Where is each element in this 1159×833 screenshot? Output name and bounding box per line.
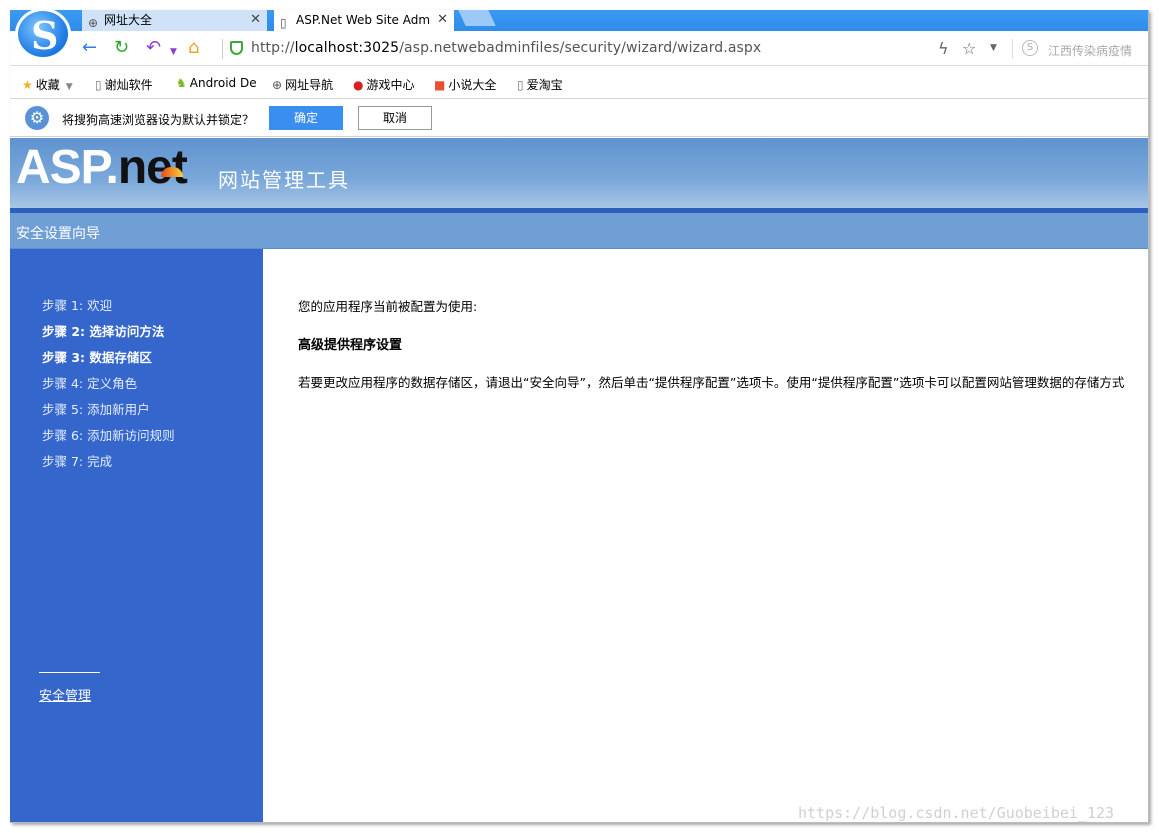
browser-window: ⊕ 网址大全 ✕ ▯ ASP.Net Web Site Adm ✕ S ← ↻ …	[10, 10, 1149, 823]
home-icon[interactable]: ⌂	[188, 37, 199, 59]
navigation-bar: ← ↻ ↶ ▼ ⌂ http://localhost:3025/asp.netw…	[10, 31, 1148, 66]
step-welcome[interactable]: 步骤 1: 欢迎	[42, 295, 112, 314]
prompt-text: 将搜狗高速浏览器设为默认并锁定？	[62, 113, 255, 127]
news-ticker[interactable]: 江西传染病疫情	[1048, 42, 1132, 59]
page-title: 安全设置向导	[16, 226, 100, 242]
android-icon: ♞	[176, 76, 187, 90]
step-add-users[interactable]: 步骤 5: 添加新用户	[42, 399, 150, 418]
bookmark-item[interactable]: ▯ 谢灿软件	[95, 76, 153, 93]
globe-icon: ⊕	[88, 16, 99, 30]
step-add-access-rules[interactable]: 步骤 6: 添加新访问规则	[42, 425, 175, 444]
gear-icon: ⚙	[25, 106, 49, 130]
wizard-title-bar: 安全设置向导	[10, 213, 1148, 249]
star-icon[interactable]: ☆	[962, 39, 976, 58]
page-icon: ▯	[95, 78, 102, 92]
default-browser-prompt: ⚙ 将搜狗高速浏览器设为默认并锁定？ 确定 取消	[10, 100, 1148, 137]
divider	[222, 39, 223, 59]
section-heading: 高级提供程序设置	[298, 338, 403, 353]
bookmark-item[interactable]: ▯ 爱淘宝	[517, 76, 563, 93]
bookmark-item[interactable]: ● 游戏中心	[353, 76, 415, 93]
site-title: 网站管理工具	[218, 168, 350, 192]
back-arrow-icon[interactable]: ←	[82, 37, 97, 59]
reload-icon[interactable]: ↻	[114, 37, 129, 59]
bookmarks-bar: ★ 收藏 ▼ ▯ 谢灿软件 ♞ Android De ⊕ 网址导航 ● 游戏中心 ■ 小说大全…	[10, 67, 1148, 99]
tab-label: ASP.Net Web Site Adm	[296, 13, 431, 27]
page-icon: ▯	[517, 78, 524, 92]
step-data-store[interactable]: 步骤 3: 数据存储区	[42, 347, 152, 366]
instruction-text: 若要更改应用程序的数据存储区，请退出“安全向导”，然后单击“提供程序配置”选项卡…	[298, 375, 1125, 390]
chevron-down-icon[interactable]: ▼	[990, 43, 997, 53]
new-tab-button[interactable]	[458, 10, 496, 26]
close-icon[interactable]: ✕	[250, 10, 261, 30]
divider	[39, 672, 100, 673]
aspnet-logo: ASP.net	[16, 141, 188, 194]
confirm-button[interactable]: 确定	[269, 106, 343, 130]
step-access-method[interactable]: 步骤 2: 选择访问方法	[42, 321, 164, 340]
bookmark-item[interactable]: ♞ Android De	[176, 76, 257, 90]
undo-icon[interactable]: ↶	[146, 37, 161, 59]
star-icon: ★	[22, 78, 33, 92]
site-header: ASP.net 网站管理工具	[10, 138, 1148, 208]
cancel-button[interactable]: 取消	[358, 106, 432, 130]
bookmark-favorites[interactable]: ★ 收藏 ▼	[22, 76, 73, 93]
current-config-text: 您的应用程序当前被配置为使用:	[298, 299, 478, 314]
address-input[interactable]: http://localhost:3025/asp.netwebadminfil…	[251, 40, 761, 56]
bookmark-item[interactable]: ■ 小说大全	[434, 76, 496, 93]
globe-icon: ⊕	[272, 78, 283, 92]
main-content: 您的应用程序当前被配置为使用: 高级提供程序设置 若要更改应用程序的数据存储区，…	[263, 249, 1148, 822]
security-management-link[interactable]: 安全管理	[39, 685, 91, 704]
tab-web-directory[interactable]: ⊕ 网址大全 ✕	[82, 10, 267, 31]
book-icon: ■	[434, 78, 446, 92]
tab-label: 网址大全	[104, 13, 153, 27]
step-define-roles[interactable]: 步骤 4: 定义角色	[42, 373, 137, 392]
wizard-steps-sidebar: 步骤 1: 欢迎 步骤 2: 选择访问方法 步骤 3: 数据存储区 步骤 4: …	[10, 249, 263, 822]
close-icon[interactable]: ✕	[437, 10, 448, 30]
search-engine-icon[interactable]: S	[1022, 40, 1038, 56]
divider	[1012, 39, 1013, 59]
bookmark-item[interactable]: ⊕ 网址导航	[272, 76, 333, 93]
tab-bar: ⊕ 网址大全 ✕ ▯ ASP.Net Web Site Adm ✕	[10, 10, 1148, 31]
tab-asp-admin[interactable]: ▯ ASP.Net Web Site Adm ✕	[274, 10, 454, 31]
chevron-down-icon[interactable]: ▼	[170, 41, 177, 63]
step-complete[interactable]: 步骤 7: 完成	[42, 451, 112, 470]
lightning-icon[interactable]: ϟ	[938, 39, 949, 58]
sogou-logo-icon[interactable]: S	[15, 10, 71, 60]
game-icon: ●	[353, 78, 364, 92]
shield-icon	[230, 41, 243, 55]
watermark: https://blog.csdn.net/Guobeibei_123	[798, 804, 1115, 822]
page-icon: ▯	[280, 16, 287, 30]
